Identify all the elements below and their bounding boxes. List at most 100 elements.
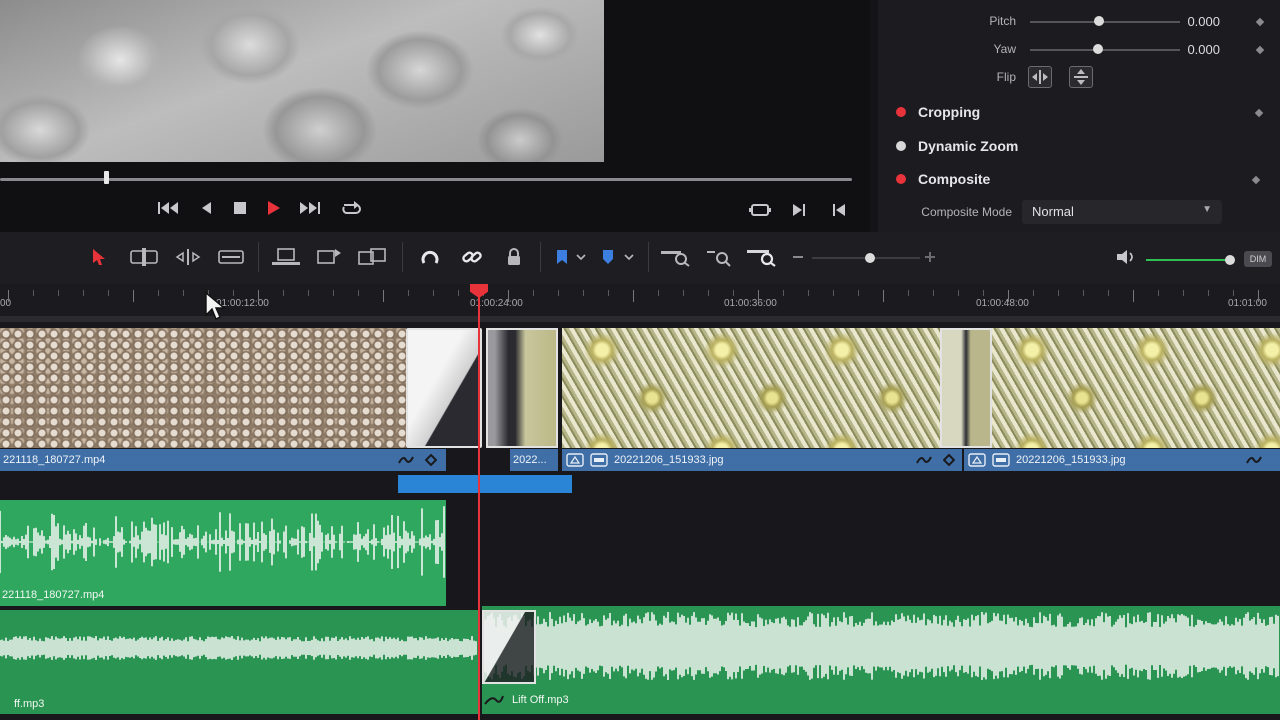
snapping-toggle[interactable] <box>418 244 442 270</box>
keyframe-diamond-icon <box>943 454 955 466</box>
video-clip-label[interactable]: 221118_180727.mp4 <box>0 449 446 471</box>
timeline-zoom-handle[interactable] <box>865 253 875 263</box>
volume-slider[interactable] <box>1146 259 1230 261</box>
play-icon <box>268 201 280 215</box>
flag-button[interactable] <box>552 244 572 270</box>
position-lock-toggle[interactable] <box>502 244 526 270</box>
insert-clip-button[interactable] <box>270 244 302 270</box>
flip-horizontal-button[interactable] <box>1028 66 1052 88</box>
video-clip[interactable] <box>486 328 558 448</box>
composite-mode-value: Normal <box>1032 204 1074 219</box>
clip-name: 20221206_151933.jpg <box>1016 454 1126 466</box>
dynamic-trim-button[interactable] <box>172 244 204 270</box>
flip-vertical-icon <box>1074 69 1088 85</box>
pitch-slider-handle[interactable] <box>1094 16 1104 26</box>
video-clip[interactable] <box>992 328 1280 448</box>
blade-tool-button[interactable] <box>216 244 246 270</box>
composite-enable-toggle[interactable] <box>896 174 906 184</box>
playhead-line[interactable] <box>478 292 480 720</box>
match-frame-button[interactable] <box>748 200 772 220</box>
yaw-slider-handle[interactable] <box>1093 44 1103 54</box>
ruler-tick <box>458 290 459 296</box>
ruler-tick <box>133 290 134 302</box>
flip-vertical-button[interactable] <box>1069 66 1093 88</box>
marker-button[interactable] <box>598 244 618 270</box>
pitch-value[interactable]: 0.000 <box>1160 14 1220 29</box>
go-to-end-button[interactable] <box>296 198 322 218</box>
overwrite-clip-button[interactable] <box>314 244 344 270</box>
play-reverse-button[interactable] <box>196 198 216 218</box>
yaw-value[interactable]: 0.000 <box>1160 42 1220 57</box>
ruler-tick <box>258 290 259 302</box>
loop-icon <box>342 201 361 214</box>
clip-name: 20221206_151933.jpg <box>614 454 724 466</box>
section-dynamic-zoom[interactable]: Dynamic Zoom <box>878 132 1268 160</box>
video-clip-label[interactable]: 20221206_151933.jpg <box>562 449 962 471</box>
dynamic-trim-icon <box>175 249 201 265</box>
loop-button[interactable] <box>338 198 364 218</box>
curve-icon <box>916 456 932 464</box>
replace-clip-button[interactable] <box>356 244 390 270</box>
zoom-in-button[interactable] <box>922 244 938 270</box>
ruler-tick <box>508 290 509 302</box>
yaw-slider[interactable] <box>1030 49 1180 51</box>
zoom-out-button[interactable] <box>790 244 806 270</box>
go-to-start-button[interactable] <box>156 198 182 218</box>
ruler-tick <box>1058 290 1059 296</box>
pitch-slider[interactable] <box>1030 21 1180 23</box>
zoom-detail-icon <box>707 251 731 267</box>
linked-selection-toggle[interactable] <box>460 244 484 270</box>
audio-volume-button[interactable] <box>1114 244 1138 270</box>
video-clip-label[interactable]: 2022... <box>510 449 558 471</box>
selection-tool-button[interactable] <box>88 244 110 270</box>
video-transition[interactable] <box>940 328 992 448</box>
section-cropping[interactable]: Cropping <box>878 98 1268 126</box>
stop-button[interactable] <box>230 198 250 218</box>
flag-dropdown[interactable] <box>574 244 588 270</box>
audio-clip-label: 221118_180727.mp4 <box>2 589 105 601</box>
ruler-tick <box>308 290 309 296</box>
next-edit-button[interactable] <box>788 200 810 220</box>
video-clip[interactable] <box>0 328 406 448</box>
previous-edit-button[interactable] <box>828 200 850 220</box>
composite-mode-select[interactable]: Normal ▼ <box>1022 200 1222 224</box>
chevron-down-icon <box>576 254 586 261</box>
play-button[interactable] <box>264 198 284 218</box>
chevron-down-icon: ▼ <box>1202 204 1212 215</box>
ruler-tick <box>358 290 359 296</box>
marker-dropdown[interactable] <box>622 244 636 270</box>
ruler-tick <box>583 290 584 296</box>
zoom-custom-button[interactable] <box>744 244 778 270</box>
mouse-cursor-icon <box>205 291 226 320</box>
skip-back-icon <box>158 202 178 214</box>
ruler-tick <box>1183 290 1184 296</box>
section-composite[interactable]: Composite <box>878 165 1268 193</box>
viewer-scrub-bar[interactable] <box>0 178 852 181</box>
zoom-detail-button[interactable] <box>704 244 734 270</box>
video-clip-label[interactable]: 20221206_151933.jpg <box>964 449 1280 471</box>
audio-clip[interactable]: 221118_180727.mp4 <box>0 500 446 606</box>
zoom-full-button[interactable] <box>658 244 692 270</box>
waveform-path <box>0 636 477 660</box>
ruler-timecode: 01:00:36:00 <box>724 298 777 309</box>
audio-clip[interactable]: ff.mp3 <box>0 610 478 714</box>
waveform-path <box>0 506 445 578</box>
ruler-tick <box>183 290 184 296</box>
audio-clip[interactable]: Lift Off.mp3 <box>482 606 1280 714</box>
video-clip[interactable] <box>562 328 940 448</box>
cropping-enable-toggle[interactable] <box>896 107 906 117</box>
dynamic-zoom-enable-toggle[interactable] <box>896 141 906 151</box>
video-transition[interactable] <box>406 328 482 448</box>
volume-slider-handle[interactable] <box>1225 255 1235 265</box>
dim-button[interactable]: DIM <box>1244 251 1272 267</box>
viewer-scrub-handle[interactable] <box>104 171 109 184</box>
toolbar-separator <box>540 242 541 272</box>
trim-tool-button[interactable] <box>128 244 160 270</box>
ruler-tick <box>533 290 534 296</box>
minus-icon <box>793 256 803 258</box>
linked-selection-bar[interactable] <box>398 475 572 493</box>
ruler-tick <box>433 290 434 296</box>
audio-transition[interactable] <box>482 610 536 684</box>
timeline-ruler[interactable] <box>0 284 1280 320</box>
toolbar-separator <box>648 242 649 272</box>
